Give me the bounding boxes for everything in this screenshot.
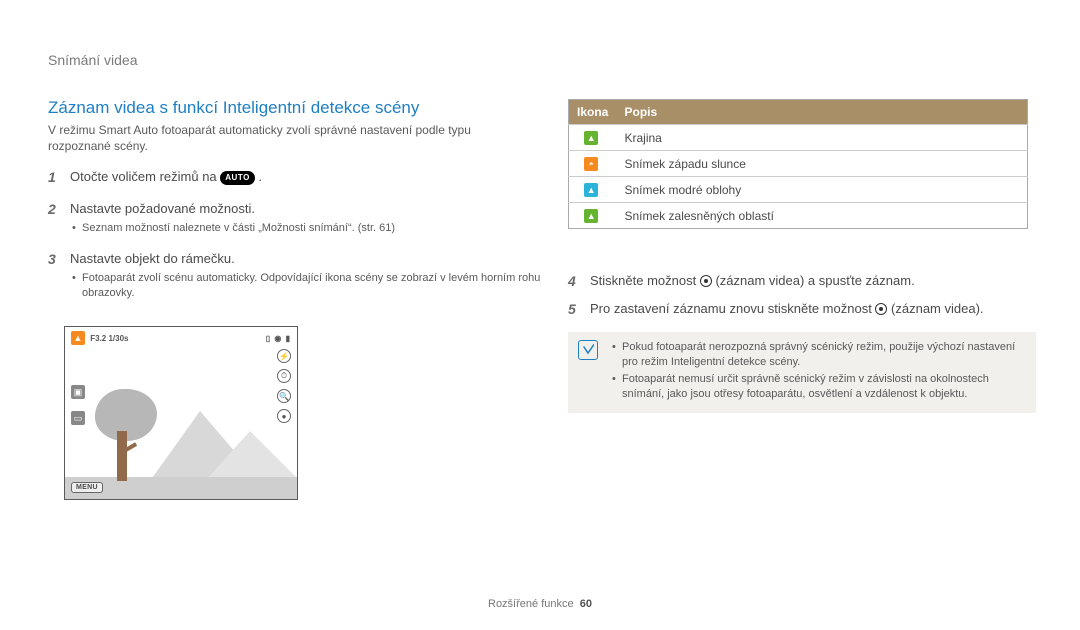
note-icon [578,340,598,360]
table-header-desc: Popis [617,100,1028,125]
battery-icons: ▯ ◉ ▮ [266,334,291,343]
page-title: Záznam videa s funkcí Inteligentní detek… [48,98,419,118]
record-button-icon [700,275,712,287]
table-cell-desc: Krajina [617,125,1028,151]
blue-sky-icon: ▲ [584,183,598,197]
step-2-text: Nastavte požadované možnosti. [70,201,255,216]
step-5: 5 Pro zastavení záznamu znovu stiskněte … [568,300,1038,318]
step-3-text: Nastavte objekt do rámečku. [70,251,235,266]
note-box: Pokud fotoaparát nerozpozná správný scén… [568,332,1036,413]
step-2: 2 Nastavte požadované možnosti. Seznam m… [48,200,548,236]
scene-mode-icon: ▲ [71,331,85,345]
intro-text: V režimu Smart Auto fotoaparát automatic… [48,122,528,154]
page-footer: Rozšířené funkce 60 [0,598,1080,610]
step-4-text-mid: (záznam videa) a spusťte záznam. [712,273,915,288]
footer-page-number: 60 [580,598,592,610]
step-1-text-pre: Otočte voličem režimů na [70,169,220,184]
table-cell-desc: Snímek zalesněných oblastí [617,203,1028,229]
table-row: ▲ Snímek zalesněných oblastí [569,203,1028,229]
forest-icon: ▲ [584,209,598,223]
step-4-text-pre: Stiskněte možnost [590,273,700,288]
table-row: ◓ Snímek západu slunce [569,151,1028,177]
exposure-readout: F3.2 1/30s [90,334,128,343]
step-2-subtext: Seznam možností naleznete v části „Možno… [70,221,548,236]
step-3: 3 Nastavte objekt do rámečku. Fotoaparát… [48,250,548,301]
mode-icon: ▣ [71,385,85,399]
step-number: 4 [568,272,576,291]
step-number: 1 [48,168,56,187]
footer-section: Rozšířené funkce [488,598,574,610]
step-1: 1 Otočte voličem režimů na AUTO . [48,168,548,186]
step-1-text-post: . [255,169,262,184]
step-4: 4 Stiskněte možnost (záznam videa) a spu… [568,272,1038,290]
zoom-icon: 🔍 [277,389,291,403]
table-row: ▲ Snímek modré oblohy [569,177,1028,203]
flash-icon: ⚡ [277,349,291,363]
table-header-icon: Ikona [569,100,617,125]
step-5-text-pre: Pro zastavení záznamu znovu stiskněte mo… [590,301,875,316]
menu-button: MENU [71,482,103,493]
table-cell-desc: Snímek modré oblohy [617,177,1028,203]
scene-icon-table: Ikona Popis ▲ Krajina ◓ Snímek západu slunc… [568,99,1028,229]
timer-icon: ⏱ [277,369,291,383]
step-number: 2 [48,200,56,219]
breadcrumb: Snímání videa [48,52,138,68]
record-button-icon [875,303,887,315]
step-3-subtext: Fotoaparát zvolí scénu automaticky. Odpo… [70,271,548,301]
camera-preview-illustration: ▲ F3.2 1/30s ▯ ◉ ▮ ⚡ ⏱ 🔍 ● ▣ ▭ MENU [64,326,298,500]
sunset-icon: ◓ [584,157,598,171]
aspect-icon: ▭ [71,411,85,425]
auto-mode-pill: AUTO [220,171,255,185]
step-number: 3 [48,250,56,269]
table-cell-desc: Snímek západu slunce [617,151,1028,177]
table-row: ▲ Krajina [569,125,1028,151]
scene-illustration [65,327,297,499]
note-item-1: Pokud fotoaparát nerozpozná správný scén… [610,340,1026,370]
step-number: 5 [568,300,576,319]
landscape-icon: ▲ [584,131,598,145]
record-icon: ● [277,409,291,423]
step-5-text-mid: (záznam videa). [887,301,983,316]
note-item-2: Fotoaparát nemusí určit správně scénický… [610,372,1026,402]
